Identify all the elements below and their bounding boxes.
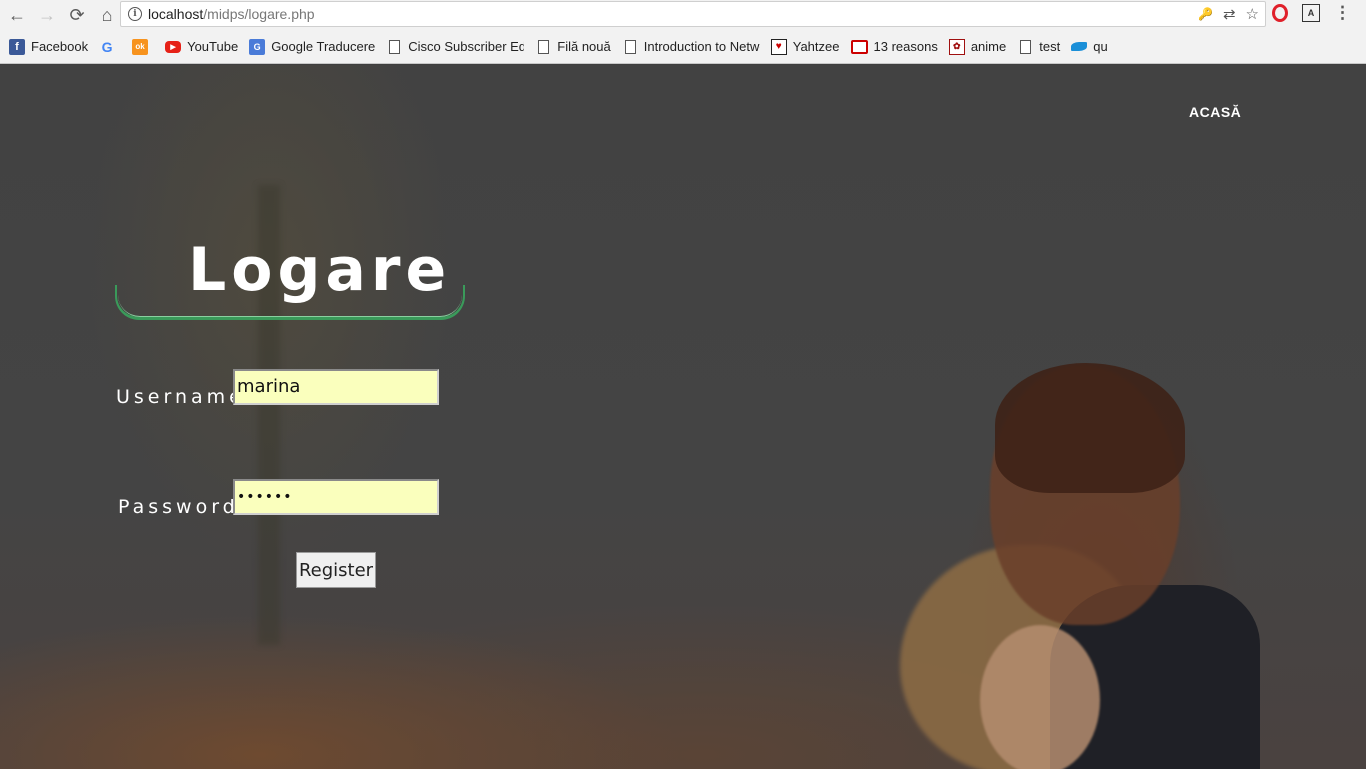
- address-bar-actions: 🔑 ⇄ ☆: [1198, 5, 1259, 23]
- bookmark-google[interactable]: G: [99, 39, 121, 55]
- google-translate-icon: G: [249, 38, 266, 55]
- bookmark-anime[interactable]: ✿ anime: [948, 38, 1007, 55]
- address-bar[interactable]: i localhost/midps/logare.php 🔑 ⇄ ☆: [120, 1, 1266, 27]
- bookmark-label: Google Traducere: [271, 39, 376, 54]
- bookmark-label: Introduction to Netwo: [643, 39, 760, 54]
- bookmark-label: anime: [970, 39, 1007, 54]
- browser-menu-icon[interactable]: ⋮: [1334, 3, 1351, 23]
- bookmark-label: Yahtzee: [792, 39, 840, 54]
- bookmarks-bar: f Facebook G ok ▶ YouTube G Google Tradu…: [0, 30, 1366, 64]
- browser-toolbar: ← → ⟳ ⌂ i localhost/midps/logare.php 🔑 ⇄…: [0, 0, 1366, 30]
- nav-home-link[interactable]: ACASĂ: [1189, 104, 1241, 120]
- bookmark-cisco[interactable]: Cisco Subscriber Edge: [386, 39, 524, 54]
- bookmark-label: Cisco Subscriber Edge: [408, 39, 525, 54]
- login-page: ACASĂ Logare Username: marina Password: …: [0, 65, 1366, 769]
- page-icon: [538, 39, 550, 54]
- bookmark-label: qu: [1093, 39, 1108, 54]
- bookmark-label: test: [1039, 39, 1061, 54]
- username-input[interactable]: marina: [233, 369, 439, 405]
- bookmark-label: 13 reasons: [873, 39, 938, 54]
- reload-icon[interactable]: ⟳: [64, 2, 90, 28]
- page-icon: [1020, 39, 1032, 54]
- bookmark-odnoklassniki[interactable]: ok: [132, 38, 154, 55]
- key-icon[interactable]: 🔑: [1198, 7, 1213, 21]
- anime-icon: ✿: [948, 38, 965, 55]
- bookmark-facebook[interactable]: f Facebook: [9, 38, 89, 55]
- bookmark-13-reasons[interactable]: 13 reasons: [850, 39, 938, 54]
- bookmark-fila-noua[interactable]: Filă nouă: [535, 39, 611, 54]
- background-man-hair: [995, 363, 1185, 493]
- password-label: Password:: [118, 496, 250, 518]
- facebook-icon: f: [9, 38, 25, 55]
- tv-icon: [850, 39, 868, 54]
- password-input[interactable]: ••••••: [233, 479, 439, 515]
- bookmark-star-icon[interactable]: ☆: [1246, 5, 1259, 23]
- forward-icon[interactable]: →: [34, 2, 60, 28]
- youtube-icon: ▶: [165, 40, 182, 53]
- odnoklassniki-icon: ok: [132, 38, 149, 55]
- bookmark-yahtzee[interactable]: ♥ Yahtzee: [770, 38, 840, 55]
- page-icon: [624, 39, 636, 54]
- page-icon: [389, 39, 401, 54]
- bookmark-youtube[interactable]: ▶ YouTube: [165, 39, 238, 54]
- home-icon[interactable]: ⌂: [94, 2, 120, 28]
- back-icon[interactable]: ←: [4, 2, 30, 28]
- qu-icon: [1071, 42, 1088, 51]
- extension-icon[interactable]: A: [1302, 4, 1320, 22]
- extensions-area: A ⋮: [1272, 3, 1351, 23]
- bookmark-test[interactable]: test: [1017, 39, 1060, 54]
- title-underline-highlight: [118, 287, 462, 317]
- yahtzee-icon: ♥: [770, 38, 787, 55]
- opera-icon[interactable]: [1272, 4, 1288, 22]
- bookmark-google-traducere[interactable]: G Google Traducere: [249, 38, 376, 55]
- google-icon: G: [101, 38, 113, 55]
- url-host: localhost: [148, 6, 204, 22]
- bookmark-introduction[interactable]: Introduction to Netwo: [622, 39, 760, 54]
- background-woman-face: [980, 625, 1100, 769]
- translate-icon[interactable]: ⇄: [1223, 5, 1236, 23]
- register-button[interactable]: Register: [296, 552, 376, 588]
- url-text[interactable]: localhost/midps/logare.php: [148, 6, 315, 22]
- bookmark-label: YouTube: [187, 39, 239, 54]
- url-path: /midps/logare.php: [203, 6, 315, 22]
- site-info-icon[interactable]: i: [128, 7, 142, 21]
- bookmark-qu[interactable]: qu: [1071, 39, 1108, 54]
- bookmark-label: Facebook: [31, 39, 89, 54]
- bookmark-label: Filă nouă: [557, 39, 611, 54]
